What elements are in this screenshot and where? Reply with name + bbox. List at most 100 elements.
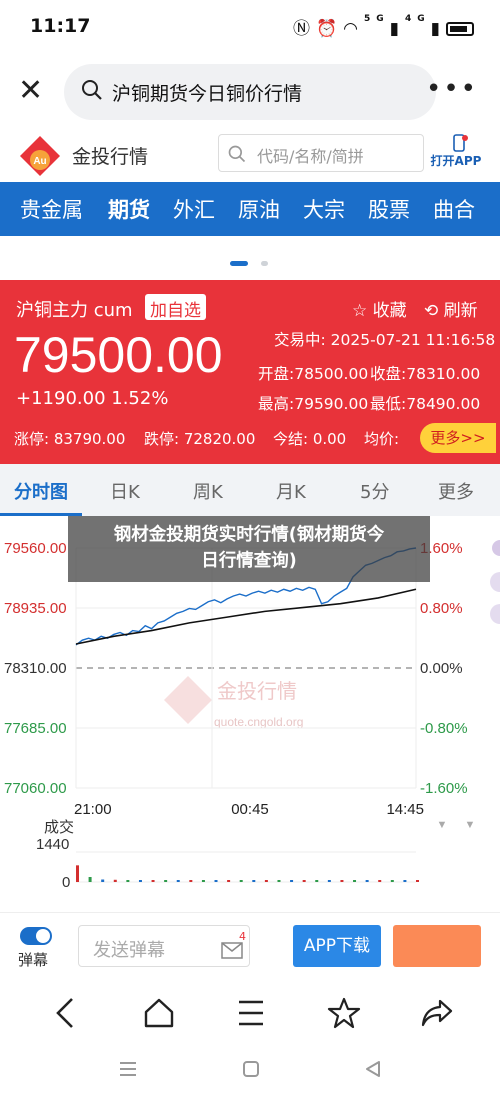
trade-time: 交易中: 2025-07-21 11:16:58 [274, 331, 496, 349]
volume-bar [302, 880, 306, 882]
volume-bar [126, 880, 130, 882]
volume-bar [277, 880, 281, 882]
message-badge: 4 [239, 930, 246, 943]
open-app-button[interactable]: 打开APP [428, 134, 484, 174]
volume-max-label: 1440 [36, 836, 69, 853]
tab-monthly-k[interactable]: 月K [276, 478, 306, 504]
brand-name: 金投行情 [72, 146, 149, 168]
category-item[interactable]: 股票 [368, 194, 410, 224]
recent-apps-icon[interactable] [118, 1060, 138, 1078]
home-icon[interactable] [142, 996, 176, 1030]
low-price: 最低:78490.00 [370, 395, 481, 413]
y-tick-left: 77060.00 [4, 780, 67, 797]
volume-bar [327, 880, 331, 882]
comment-bar: 弹幕 发送弹幕 4 APP下载 [0, 912, 500, 976]
tab-timeshare[interactable]: 分时图 [14, 478, 68, 504]
close-icon[interactable]: ✕ [18, 76, 43, 106]
volume-bar [113, 879, 117, 882]
volume-bar [340, 880, 344, 882]
category-item[interactable]: 贵金属 [20, 194, 83, 224]
back-icon[interactable] [52, 996, 78, 1030]
volume-bar [390, 880, 394, 882]
volume-bar [88, 877, 92, 882]
logo-icon: Au [20, 136, 60, 176]
category-item[interactable]: 曲合 [433, 194, 475, 224]
avg-price: 均价: [364, 430, 400, 448]
share-icon[interactable] [420, 996, 454, 1030]
svg-text:Au: Au [33, 156, 46, 167]
carousel-dot-active[interactable] [230, 261, 248, 266]
favorite-button[interactable]: ☆ 收藏 [352, 296, 407, 321]
brand-row: Au 金投行情 代码/名称/简拼 打开APP [0, 128, 500, 182]
overlay-line-1: 钢材金投期货实时行情(钢材期货今 [113, 525, 385, 545]
x-tick: 21:00 [74, 801, 112, 818]
signal-icon-2: ▮ [430, 19, 446, 39]
overlay-line-2: 日行情查询) [201, 551, 297, 571]
open-price: 开盘:78500.00 [258, 365, 369, 383]
refresh-button[interactable]: ⟲ 刷新 [424, 296, 478, 321]
y-tick-right: -1.60% [420, 780, 468, 797]
watermark-text: 金投行情 [217, 680, 297, 703]
category-item-active[interactable]: 期货 [108, 194, 150, 224]
system-home-icon[interactable] [242, 1060, 260, 1078]
orange-action-button[interactable] [393, 925, 481, 967]
search-bar[interactable]: 沪铜期货今日铜价行情 [64, 64, 436, 120]
more-quote-button[interactable]: 更多>> [420, 423, 496, 453]
volume-bar [101, 879, 105, 882]
tab-more[interactable]: 更多 [438, 478, 474, 504]
volume-label: 成交 [44, 818, 74, 836]
signal-4g: 4G [404, 14, 431, 24]
carousel-dot[interactable] [261, 261, 268, 266]
open-app-label: 打开APP [430, 154, 482, 168]
limit-down: 跌停: 72820.00 [144, 430, 256, 448]
app-phone-icon [453, 134, 468, 152]
alarm-icon: ⏰ [315, 19, 344, 39]
refresh-icon: ⟲ [424, 301, 444, 321]
menu-icon[interactable] [236, 996, 266, 1030]
status-bar: 11:17 Ⓝ⏰◠5G▮4G▮ [0, 0, 500, 56]
price-change: +1190.00 1.52% [16, 388, 169, 409]
code-search-placeholder: 代码/名称/简拼 [257, 147, 364, 166]
tab-weekly-k[interactable]: 周K [193, 478, 223, 504]
x-tick: 14:45 [386, 801, 424, 818]
category-nav: 贵金属 期货 外汇 原油 大宗 股票 曲合 [0, 182, 500, 236]
volume-bar [176, 880, 180, 882]
more-menu-icon[interactable]: ••• [426, 74, 478, 104]
y-tick-left: 78935.00 [4, 600, 67, 617]
signal-icon: ▮ [389, 19, 405, 39]
contract-name: 沪铜主力 cum [16, 300, 133, 321]
x-tick: 00:45 [231, 801, 269, 818]
category-item[interactable]: 原油 [238, 194, 280, 224]
article-title-overlay: 钢材金投期货实时行情(钢材期货今 日行情查询) [68, 516, 430, 582]
collapse-arrow: ▼ [465, 819, 476, 831]
volume-bar [403, 880, 407, 882]
star-icon[interactable] [327, 996, 361, 1030]
volume-bar [214, 880, 218, 882]
tab-5min[interactable]: 5分 [360, 478, 389, 504]
volume-bar [353, 880, 357, 882]
carousel-indicator [0, 258, 500, 268]
system-back-icon[interactable] [364, 1060, 382, 1078]
quote-panel: 沪铜主力 cum 加自选 ☆ 收藏 ⟲ 刷新 79500.00 +1190.00… [0, 280, 500, 464]
browser-top-bar: ✕ 沪铜期货今日铜价行情 ••• [0, 56, 500, 128]
category-item[interactable]: 大宗 [303, 194, 345, 224]
code-search-input[interactable]: 代码/名称/简拼 [218, 134, 424, 172]
current-price: 79500.00 [14, 327, 223, 383]
app-download-button[interactable]: APP下载 [293, 925, 381, 967]
barrage-label: 弹幕 [18, 951, 49, 969]
y-tick-right: 0.00% [420, 660, 463, 677]
barrage-toggle[interactable] [20, 927, 52, 945]
volume-bar [264, 880, 268, 882]
system-nav-bar [0, 1040, 500, 1100]
settle-price: 今结: 0.00 [273, 430, 347, 448]
nfc-icon: Ⓝ [292, 19, 316, 39]
volume-bar [252, 880, 256, 882]
barrage-input[interactable]: 发送弹幕 4 [78, 925, 250, 967]
category-item[interactable]: 外汇 [173, 194, 215, 224]
barrage-placeholder: 发送弹幕 [93, 940, 165, 961]
add-watchlist-button[interactable]: 加自选 [145, 294, 206, 321]
volume-bar [151, 880, 155, 882]
tab-daily-k[interactable]: 日K [110, 478, 140, 504]
side-floating-icons[interactable] [486, 540, 500, 630]
y-tick-left: 79560.00 [4, 540, 67, 557]
